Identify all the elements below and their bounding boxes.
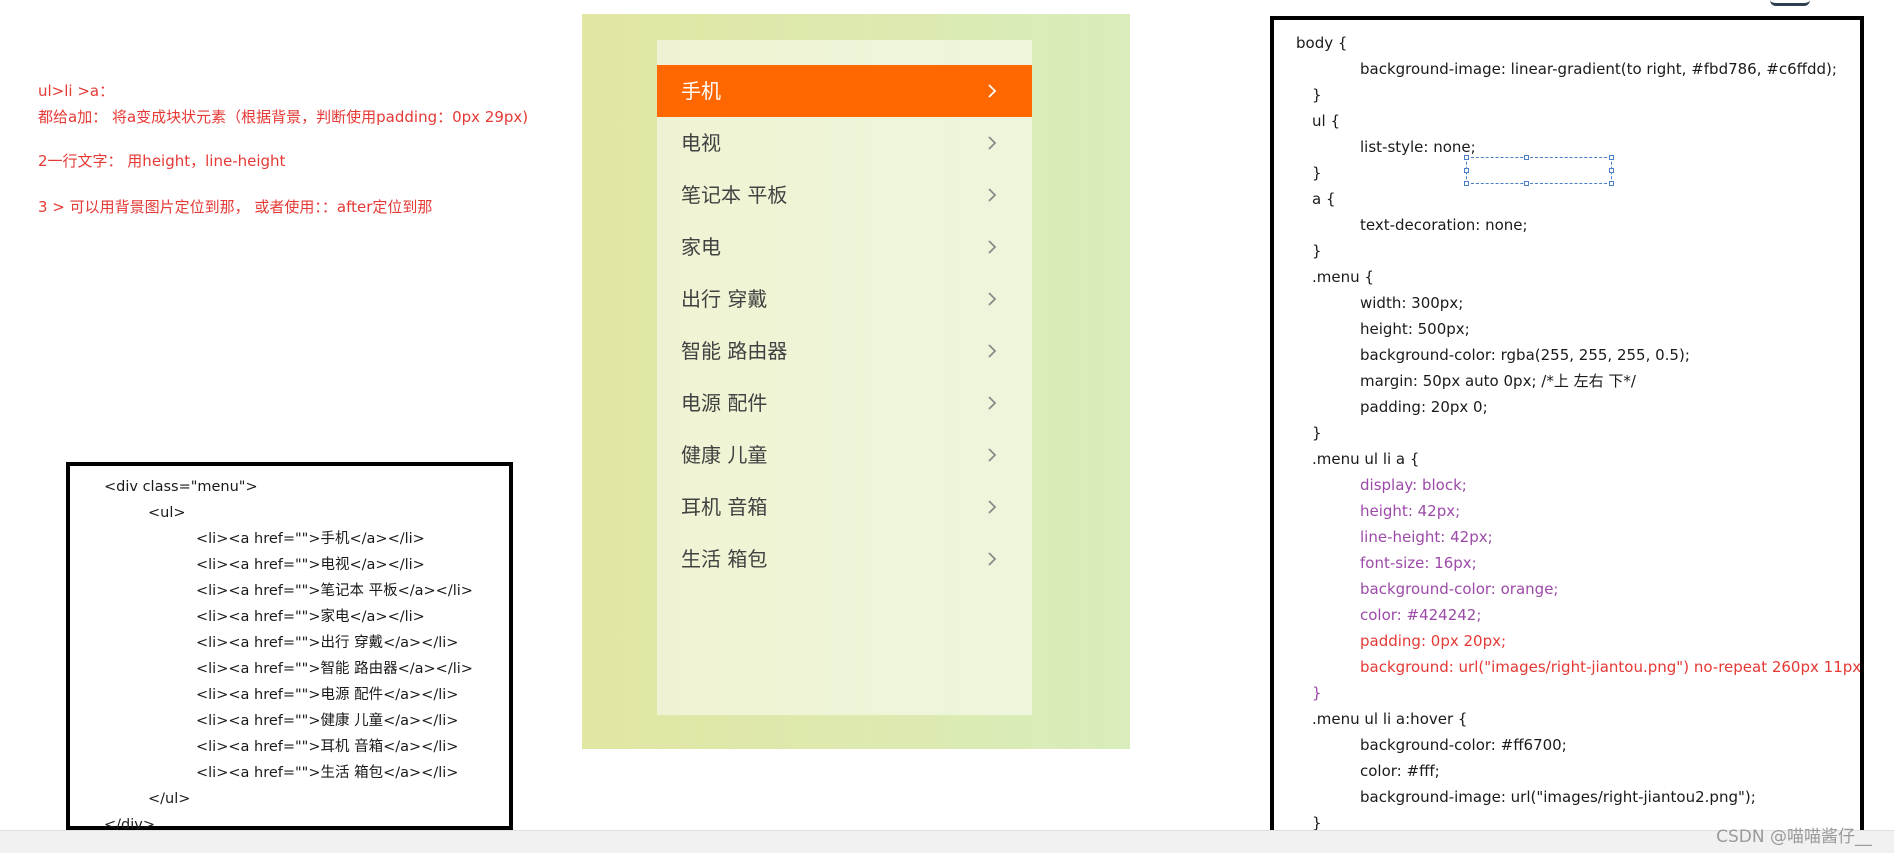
- html-code-line: <li><a href="">笔记本 平板</a></li>: [196, 583, 473, 599]
- css-code-line: background-image: url("images/right-jian…: [1360, 788, 1756, 806]
- chevron-right-icon: [986, 169, 998, 221]
- css-code-line: padding: 0px 20px;: [1360, 632, 1507, 650]
- menu-item[interactable]: 健康 儿童: [657, 429, 1032, 481]
- chevron-right-icon: [986, 273, 998, 325]
- menu-item-label: 电视: [681, 131, 721, 155]
- css-code-line: }: [1312, 242, 1322, 260]
- chevron-right-icon: [986, 325, 998, 377]
- menu-item-label: 出行 穿戴: [681, 287, 768, 311]
- css-code-line: ul {: [1312, 112, 1340, 130]
- css-code-line: background: url("images/right-jiantou.pn…: [1360, 658, 1864, 676]
- css-code-line: margin: 50px auto 0px; /*上 左右 下*/: [1360, 372, 1636, 390]
- html-code-line: <li><a href="">家电</a></li>: [196, 609, 425, 625]
- css-code-line: a {: [1312, 190, 1336, 208]
- bottom-scroll-strip[interactable]: [0, 830, 1894, 853]
- css-code-line: text-decoration: none;: [1360, 216, 1528, 234]
- css-code-line: body {: [1296, 34, 1348, 52]
- css-code-line: line-height: 42px;: [1360, 528, 1493, 546]
- css-code-line: font-size: 16px;: [1360, 554, 1477, 572]
- css-code-line: .menu ul li a {: [1312, 450, 1420, 468]
- css-code-line: }: [1312, 684, 1322, 702]
- html-code-line: <li><a href="">手机</a></li>: [196, 531, 425, 547]
- menu-item-label: 健康 儿童: [681, 443, 768, 467]
- html-code-line: <li><a href="">健康 儿童</a></li>: [196, 713, 459, 729]
- chevron-right-icon: [986, 533, 998, 585]
- menu-item[interactable]: 电视: [657, 117, 1032, 169]
- menu-item[interactable]: 生活 箱包: [657, 533, 1032, 585]
- html-code-line: <li><a href="">智能 路由器</a></li>: [196, 661, 473, 677]
- html-code-line: <li><a href="">电视</a></li>: [196, 557, 425, 573]
- note-line-1: ul>li >a：: [38, 82, 115, 100]
- notes-panel: ul>li >a： 都给a加： 将a变成块状元素（根据背景，判断使用paddin…: [38, 78, 598, 220]
- css-code-box: body { background-image: linear-gradient(…: [1270, 16, 1864, 846]
- chevron-right-icon: [986, 377, 998, 429]
- chevron-right-icon: [986, 221, 998, 273]
- html-code-line: <div class="menu">: [104, 479, 258, 495]
- css-code-line: width: 300px;: [1360, 294, 1464, 312]
- css-code-line: display: block;: [1360, 476, 1467, 494]
- html-code-line: <li><a href="">耳机 音箱</a></li>: [196, 739, 459, 755]
- note-line-3: 2一行文字： 用height，line-height: [38, 152, 286, 170]
- menu-item-label: 笔记本 平板: [681, 183, 788, 207]
- menu-item[interactable]: 家电: [657, 221, 1032, 273]
- csdn-watermark: CSDN @喵喵酱仔__: [1716, 827, 1872, 847]
- css-code-line: }: [1312, 86, 1322, 104]
- menu-item-label: 家电: [681, 235, 721, 259]
- menu-item[interactable]: 手机: [657, 65, 1032, 117]
- css-code-line: color: #424242;: [1360, 606, 1482, 624]
- html-code-box: <div class="menu"> <ul> <li><a href="">手机<…: [66, 462, 513, 833]
- menu-item-label: 耳机 音箱: [681, 495, 768, 519]
- html-code-line: <li><a href="">生活 箱包</a></li>: [196, 765, 459, 781]
- css-code-line: height: 42px;: [1360, 502, 1461, 520]
- html-code-line: </ul>: [148, 791, 191, 807]
- css-code-line: background-color: #ff6700;: [1360, 736, 1567, 754]
- html-code-line: <li><a href="">电源 配件</a></li>: [196, 687, 459, 703]
- menu-item[interactable]: 智能 路由器: [657, 325, 1032, 377]
- menu: 手机电视笔记本 平板 家电出行 穿戴智能 路由器 电源 配件健康 儿童耳机 音箱生活…: [657, 40, 1032, 715]
- css-code-line: padding: 20px 0;: [1360, 398, 1488, 416]
- css-code-line: .menu {: [1312, 268, 1374, 286]
- menu-item[interactable]: 出行 穿戴: [657, 273, 1032, 325]
- corner-arc-decoration: [1770, 0, 1810, 6]
- chevron-right-icon: [986, 429, 998, 481]
- note-line-2: 都给a加： 将a变成块状元素（根据背景，判断使用padding：0px 29px…: [38, 108, 529, 126]
- menu-item[interactable]: 笔记本 平板: [657, 169, 1032, 221]
- css-code-line: height: 500px;: [1360, 320, 1470, 338]
- chevron-right-icon: [986, 117, 998, 169]
- html-code-line: <ul>: [148, 505, 186, 521]
- css-code-line: .menu ul li a:hover {: [1312, 710, 1468, 728]
- menu-item[interactable]: 耳机 音箱: [657, 481, 1032, 533]
- menu-item-label: 电源 配件: [681, 391, 768, 415]
- html-code-line: <li><a href="">出行 穿戴</a></li>: [196, 635, 459, 651]
- css-code-line: color: #fff;: [1360, 762, 1440, 780]
- menu-item-label: 智能 路由器: [681, 339, 788, 363]
- css-code-line: }: [1312, 424, 1322, 442]
- menu-item-label: 生活 箱包: [681, 547, 768, 571]
- note-line-4: 3 > 可以用背景图片定位到那， 或者使用：：after定位到那: [38, 198, 433, 216]
- demo-background: 手机电视笔记本 平板 家电出行 穿戴智能 路由器 电源 配件健康 儿童耳机 音箱生活…: [582, 14, 1130, 749]
- menu-item-label: 手机: [681, 79, 721, 103]
- menu-item[interactable]: 电源 配件: [657, 377, 1032, 429]
- chevron-right-icon: [986, 481, 998, 533]
- css-code-line: background-color: rgba(255, 255, 255, 0.…: [1360, 346, 1690, 364]
- css-code-line: background-image: linear-gradient(to rig…: [1360, 60, 1837, 78]
- chevron-right-icon: [986, 65, 998, 117]
- css-code-line: background-color: orange;: [1360, 580, 1559, 598]
- selection-box[interactable]: [1464, 155, 1614, 186]
